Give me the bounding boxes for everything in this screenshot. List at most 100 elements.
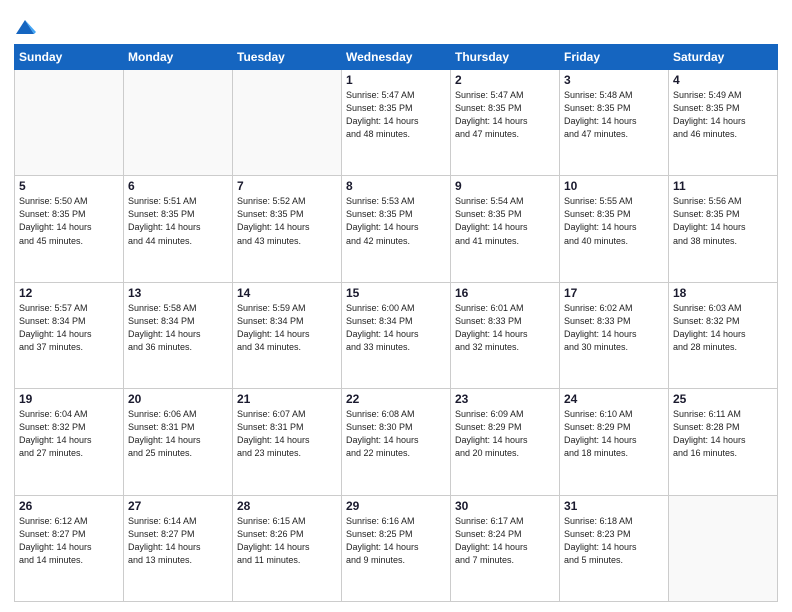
day-number: 24 xyxy=(564,392,664,406)
day-info: Sunrise: 5:58 AMSunset: 8:34 PMDaylight:… xyxy=(128,302,228,354)
day-info: Sunrise: 6:07 AMSunset: 8:31 PMDaylight:… xyxy=(237,408,337,460)
calendar-cell: 10 Sunrise: 5:55 AMSunset: 8:35 PMDayligh… xyxy=(560,176,669,282)
day-info: Sunrise: 5:49 AMSunset: 8:35 PMDaylight:… xyxy=(673,89,773,141)
calendar-body: 1 Sunrise: 5:47 AMSunset: 8:35 PMDaylight… xyxy=(15,70,778,602)
day-info: Sunrise: 6:04 AMSunset: 8:32 PMDaylight:… xyxy=(19,408,119,460)
day-info: Sunrise: 5:52 AMSunset: 8:35 PMDaylight:… xyxy=(237,195,337,247)
day-number: 27 xyxy=(128,499,228,513)
day-info: Sunrise: 5:51 AMSunset: 8:35 PMDaylight:… xyxy=(128,195,228,247)
day-info: Sunrise: 5:47 AMSunset: 8:35 PMDaylight:… xyxy=(346,89,446,141)
day-number: 31 xyxy=(564,499,664,513)
day-number: 2 xyxy=(455,73,555,87)
day-number: 15 xyxy=(346,286,446,300)
day-header-thursday: Thursday xyxy=(451,45,560,70)
calendar-cell: 23 Sunrise: 6:09 AMSunset: 8:29 PMDayligh… xyxy=(451,389,560,495)
day-number: 29 xyxy=(346,499,446,513)
calendar-cell: 8Sunrise: 5:53 AMSunset: 8:35 PMDaylight… xyxy=(342,176,451,282)
week-row-5: 26 Sunrise: 6:12 AMSunset: 8:27 PMDayligh… xyxy=(15,495,778,601)
calendar-cell: 2 Sunrise: 5:47 AMSunset: 8:35 PMDaylight… xyxy=(451,70,560,176)
calendar-cell: 22 Sunrise: 6:08 AMSunset: 8:30 PMDayligh… xyxy=(342,389,451,495)
day-number: 19 xyxy=(19,392,119,406)
day-info: Sunrise: 6:17 AMSunset: 8:24 PMDaylight:… xyxy=(455,515,555,567)
day-number: 26 xyxy=(19,499,119,513)
day-header-tuesday: Tuesday xyxy=(233,45,342,70)
day-header-friday: Friday xyxy=(560,45,669,70)
day-info: Sunrise: 6:06 AMSunset: 8:31 PMDaylight:… xyxy=(128,408,228,460)
day-number: 25 xyxy=(673,392,773,406)
day-info: Sunrise: 6:12 AMSunset: 8:27 PMDaylight:… xyxy=(19,515,119,567)
day-info: Sunrise: 6:10 AMSunset: 8:29 PMDaylight:… xyxy=(564,408,664,460)
calendar-cell: 20 Sunrise: 6:06 AMSunset: 8:31 PMDayligh… xyxy=(124,389,233,495)
day-number: 9 xyxy=(455,179,555,193)
day-info: Sunrise: 5:57 AMSunset: 8:34 PMDaylight:… xyxy=(19,302,119,354)
day-number: 20 xyxy=(128,392,228,406)
calendar-cell: 27 Sunrise: 6:14 AMSunset: 8:27 PMDayligh… xyxy=(124,495,233,601)
calendar-cell: 12 Sunrise: 5:57 AMSunset: 8:34 PMDayligh… xyxy=(15,282,124,388)
day-number: 14 xyxy=(237,286,337,300)
day-number: 12 xyxy=(19,286,119,300)
calendar-cell: 16 Sunrise: 6:01 AMSunset: 8:33 PMDayligh… xyxy=(451,282,560,388)
day-number: 10 xyxy=(564,179,664,193)
day-header-wednesday: Wednesday xyxy=(342,45,451,70)
calendar-cell: 11 Sunrise: 5:56 AMSunset: 8:35 PMDayligh… xyxy=(669,176,778,282)
header xyxy=(14,10,778,38)
day-number: 6 xyxy=(128,179,228,193)
calendar-cell: 26 Sunrise: 6:12 AMSunset: 8:27 PMDayligh… xyxy=(15,495,124,601)
day-number: 30 xyxy=(455,499,555,513)
week-row-4: 19 Sunrise: 6:04 AMSunset: 8:32 PMDayligh… xyxy=(15,389,778,495)
day-number: 3 xyxy=(564,73,664,87)
calendar: SundayMondayTuesdayWednesdayThursdayFrid… xyxy=(14,44,778,602)
day-info: Sunrise: 5:55 AMSunset: 8:35 PMDaylight:… xyxy=(564,195,664,247)
day-info: Sunrise: 5:50 AMSunset: 8:35 PMDaylight:… xyxy=(19,195,119,247)
calendar-cell: 21 Sunrise: 6:07 AMSunset: 8:31 PMDayligh… xyxy=(233,389,342,495)
day-info: Sunrise: 6:14 AMSunset: 8:27 PMDaylight:… xyxy=(128,515,228,567)
day-number: 16 xyxy=(455,286,555,300)
day-number: 21 xyxy=(237,392,337,406)
day-number: 5 xyxy=(19,179,119,193)
day-info: Sunrise: 5:48 AMSunset: 8:35 PMDaylight:… xyxy=(564,89,664,141)
day-info: Sunrise: 6:15 AMSunset: 8:26 PMDaylight:… xyxy=(237,515,337,567)
calendar-cell: 17Sunrise: 6:02 AMSunset: 8:33 PMDayligh… xyxy=(560,282,669,388)
day-info: Sunrise: 6:08 AMSunset: 8:30 PMDaylight:… xyxy=(346,408,446,460)
day-number: 13 xyxy=(128,286,228,300)
calendar-cell xyxy=(15,70,124,176)
day-info: Sunrise: 5:47 AMSunset: 8:35 PMDaylight:… xyxy=(455,89,555,141)
day-info: Sunrise: 6:11 AMSunset: 8:28 PMDaylight:… xyxy=(673,408,773,460)
day-header-saturday: Saturday xyxy=(669,45,778,70)
day-info: Sunrise: 6:02 AMSunset: 8:33 PMDaylight:… xyxy=(564,302,664,354)
day-info: Sunrise: 6:18 AMSunset: 8:23 PMDaylight:… xyxy=(564,515,664,567)
week-row-2: 5 Sunrise: 5:50 AMSunset: 8:35 PMDaylight… xyxy=(15,176,778,282)
day-number: 23 xyxy=(455,392,555,406)
day-number: 1 xyxy=(346,73,446,87)
day-info: Sunrise: 5:54 AMSunset: 8:35 PMDaylight:… xyxy=(455,195,555,247)
calendar-cell: 18Sunrise: 6:03 AMSunset: 8:32 PMDayligh… xyxy=(669,282,778,388)
day-info: Sunrise: 6:09 AMSunset: 8:29 PMDaylight:… xyxy=(455,408,555,460)
logo xyxy=(14,14,39,38)
calendar-cell: 19 Sunrise: 6:04 AMSunset: 8:32 PMDayligh… xyxy=(15,389,124,495)
day-number: 28 xyxy=(237,499,337,513)
day-info: Sunrise: 6:16 AMSunset: 8:25 PMDaylight:… xyxy=(346,515,446,567)
calendar-cell: 5 Sunrise: 5:50 AMSunset: 8:35 PMDaylight… xyxy=(15,176,124,282)
calendar-cell xyxy=(233,70,342,176)
calendar-cell: 7 Sunrise: 5:52 AMSunset: 8:35 PMDaylight… xyxy=(233,176,342,282)
day-number: 18 xyxy=(673,286,773,300)
calendar-cell: 14 Sunrise: 5:59 AMSunset: 8:34 PMDayligh… xyxy=(233,282,342,388)
calendar-cell: 6 Sunrise: 5:51 AMSunset: 8:35 PMDaylight… xyxy=(124,176,233,282)
week-row-1: 1 Sunrise: 5:47 AMSunset: 8:35 PMDaylight… xyxy=(15,70,778,176)
day-info: Sunrise: 5:56 AMSunset: 8:35 PMDaylight:… xyxy=(673,195,773,247)
day-number: 22 xyxy=(346,392,446,406)
calendar-cell: 15Sunrise: 6:00 AMSunset: 8:34 PMDayligh… xyxy=(342,282,451,388)
calendar-cell: 30 Sunrise: 6:17 AMSunset: 8:24 PMDayligh… xyxy=(451,495,560,601)
calendar-cell: 31 Sunrise: 6:18 AMSunset: 8:23 PMDayligh… xyxy=(560,495,669,601)
day-info: Sunrise: 5:59 AMSunset: 8:34 PMDaylight:… xyxy=(237,302,337,354)
week-row-3: 12 Sunrise: 5:57 AMSunset: 8:34 PMDayligh… xyxy=(15,282,778,388)
calendar-cell: 28 Sunrise: 6:15 AMSunset: 8:26 PMDayligh… xyxy=(233,495,342,601)
calendar-cell xyxy=(669,495,778,601)
calendar-cell: 3 Sunrise: 5:48 AMSunset: 8:35 PMDaylight… xyxy=(560,70,669,176)
day-info: Sunrise: 6:01 AMSunset: 8:33 PMDaylight:… xyxy=(455,302,555,354)
day-info: Sunrise: 5:53 AMSunset: 8:35 PMDaylight:… xyxy=(346,195,446,247)
day-number: 11 xyxy=(673,179,773,193)
day-number: 7 xyxy=(237,179,337,193)
calendar-cell: 13 Sunrise: 5:58 AMSunset: 8:34 PMDayligh… xyxy=(124,282,233,388)
calendar-cell: 25 Sunrise: 6:11 AMSunset: 8:28 PMDayligh… xyxy=(669,389,778,495)
